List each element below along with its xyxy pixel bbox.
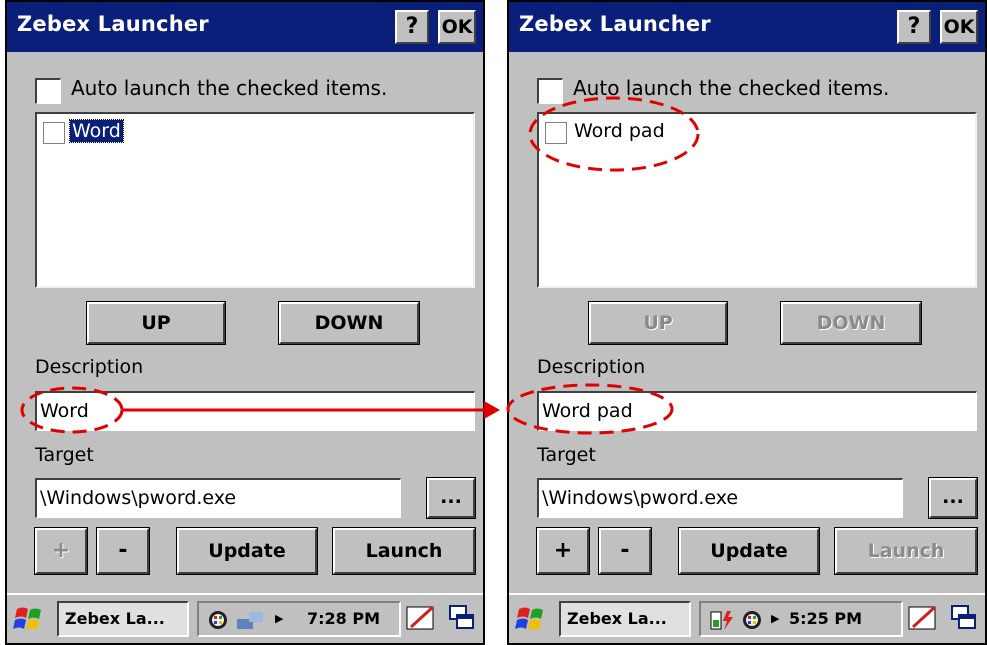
launch-items-list[interactable]: Word pad: [537, 112, 977, 288]
target-label: Target: [537, 444, 596, 466]
pen-input-icon[interactable]: [405, 603, 437, 633]
list-item-label[interactable]: Word pad: [572, 120, 667, 142]
taskbar-app-button[interactable]: Zebex La...: [559, 601, 691, 637]
list-item-checkbox[interactable]: [43, 122, 65, 144]
taskbar-app-button[interactable]: Zebex La...: [57, 601, 189, 637]
title-bar: Zebex Launcher ? OK: [7, 2, 483, 52]
list-item-label[interactable]: Word: [69, 119, 124, 143]
help-button[interactable]: ?: [395, 10, 429, 44]
network-icon[interactable]: [741, 609, 763, 631]
taskbar: Zebex La... ▶ 7:28 PM: [7, 593, 483, 643]
pen-input-icon[interactable]: [907, 603, 939, 633]
launcher-window-before: Zebex Launcher ? OK Auto launch the chec…: [5, 0, 485, 645]
auto-launch-label[interactable]: Auto launch the checked items.: [71, 76, 387, 100]
description-label: Description: [35, 356, 144, 378]
title-bar: Zebex Launcher ? OK: [509, 2, 985, 52]
down-button[interactable]: DOWN: [780, 301, 922, 345]
up-button[interactable]: UP: [588, 301, 728, 345]
auto-launch-checkbox[interactable]: [537, 78, 563, 104]
add-item-button[interactable]: +: [536, 527, 590, 575]
system-tray: ▶ 7:28 PM: [197, 601, 401, 637]
launch-items-list[interactable]: Word: [35, 112, 475, 288]
connection-icon[interactable]: [235, 609, 267, 631]
target-field[interactable]: \Windows\pword.exe: [537, 478, 903, 518]
network-icon[interactable]: [207, 609, 229, 631]
remove-item-button[interactable]: -: [598, 527, 652, 575]
up-button[interactable]: UP: [86, 301, 226, 345]
launcher-window-after: Zebex Launcher ? OK Auto launch the chec…: [507, 0, 987, 645]
ok-button[interactable]: OK: [438, 10, 476, 44]
list-item-checkbox[interactable]: [545, 122, 567, 144]
window-title: Zebex Launcher: [17, 12, 209, 36]
ok-button[interactable]: OK: [940, 10, 978, 44]
arrow-head: [484, 401, 500, 419]
windows-start-icon[interactable]: [513, 604, 547, 634]
desktop-switch-icon[interactable]: [447, 603, 477, 633]
window-title: Zebex Launcher: [519, 12, 711, 36]
description-field[interactable]: Word pad: [537, 391, 977, 431]
add-item-button[interactable]: +: [34, 527, 88, 575]
description-label: Description: [537, 356, 646, 378]
browse-button[interactable]: ...: [426, 477, 476, 519]
launch-button[interactable]: Launch: [332, 527, 476, 575]
launch-button[interactable]: Launch: [834, 527, 978, 575]
auto-launch-checkbox[interactable]: [35, 78, 61, 104]
desktop-switch-icon[interactable]: [949, 603, 979, 633]
auto-launch-label[interactable]: Auto launch the checked items.: [573, 76, 889, 100]
down-button[interactable]: DOWN: [278, 301, 420, 345]
description-field[interactable]: Word: [35, 391, 475, 431]
tray-expand-icon[interactable]: ▶: [275, 612, 283, 625]
target-label: Target: [35, 444, 94, 466]
taskbar: Zebex La... ▶ 5:25 PM: [509, 593, 985, 643]
browse-button[interactable]: ...: [928, 477, 978, 519]
tray-expand-icon[interactable]: ▶: [771, 612, 779, 625]
update-button[interactable]: Update: [176, 527, 318, 575]
update-button[interactable]: Update: [678, 527, 820, 575]
target-field[interactable]: \Windows\pword.exe: [35, 478, 401, 518]
remove-item-button[interactable]: -: [96, 527, 150, 575]
battery-charging-icon[interactable]: [709, 609, 737, 631]
windows-start-icon[interactable]: [11, 604, 45, 634]
help-button[interactable]: ?: [897, 10, 931, 44]
system-tray: ▶ 5:25 PM: [699, 601, 903, 637]
clock: 5:25 PM: [789, 609, 863, 628]
clock: 7:28 PM: [307, 609, 381, 628]
